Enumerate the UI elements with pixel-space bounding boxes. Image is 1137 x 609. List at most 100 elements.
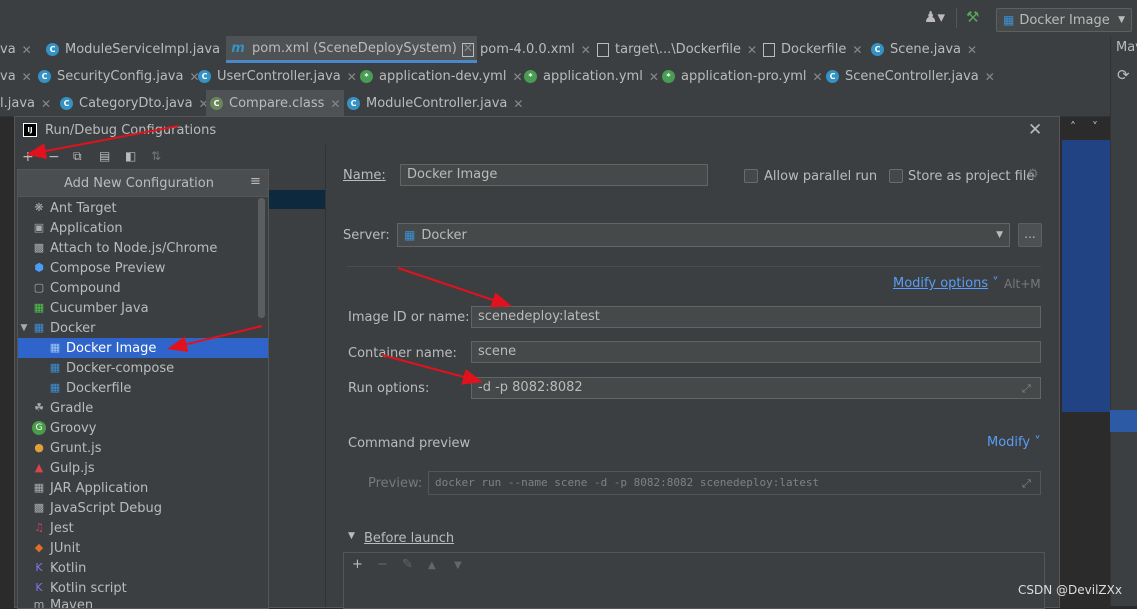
list-item-compose-preview[interactable]: ⬢ Compose Preview	[18, 258, 268, 278]
close-icon[interactable]: ✕	[41, 97, 51, 111]
list-item-ant-target[interactable]: ❋ Ant Target	[18, 198, 268, 218]
list-item-grunt[interactable]: ● Grunt.js	[18, 438, 268, 458]
remove-icon[interactable]: −	[48, 149, 60, 165]
chevron-down-icon[interactable]: ▼	[18, 323, 30, 333]
tab-modulecontroller[interactable]: C ModuleController.java ✕	[347, 90, 523, 117]
gear-icon[interactable]: ⚙	[1027, 167, 1039, 182]
tab-moduleserviceimpl[interactable]: CModuleServiceImpl.java✕	[46, 36, 236, 63]
image-id-field[interactable]: scenedeploy:latest	[471, 306, 1041, 328]
server-value: Docker	[421, 227, 467, 243]
close-icon[interactable]: ✕	[747, 43, 757, 57]
before-launch-label[interactable]: Before launch	[364, 531, 454, 546]
close-icon[interactable]: ✕	[967, 43, 977, 57]
list-item-jest[interactable]: ♫ Jest	[18, 518, 268, 538]
panel-divider[interactable]	[325, 145, 326, 607]
close-icon[interactable]: ✕	[649, 70, 659, 84]
save-icon[interactable]: ▤	[99, 149, 110, 163]
modify-options-link[interactable]: Modify options ˅	[893, 276, 999, 291]
close-icon[interactable]: ✕	[22, 43, 32, 57]
tab-application-pro-yml[interactable]: * application-pro.yml ✕	[662, 63, 823, 90]
tab-scenecontroller[interactable]: C SceneController.java ✕	[826, 63, 995, 90]
tab-dockerfile[interactable]: d Dockerfile ✕	[763, 36, 862, 63]
maven-panel-title[interactable]: Mav	[1116, 40, 1137, 55]
list-item-application[interactable]: ▣ Application	[18, 218, 268, 238]
sort-icon[interactable]: ⇅	[151, 149, 161, 163]
list-item-kotlin-script[interactable]: K Kotlin script	[18, 578, 268, 598]
list-item-docker-compose[interactable]: ▦ Docker-compose	[18, 358, 268, 378]
list-item-gulp[interactable]: ▲ Gulp.js	[18, 458, 268, 478]
chevron-down-icon: ▼	[1118, 15, 1125, 25]
container-name-field[interactable]: scene	[471, 341, 1041, 363]
chevron-down-icon[interactable]: ˅	[1092, 120, 1098, 134]
store-project-label[interactable]: Store as project file	[908, 169, 1034, 184]
modify-link[interactable]: Modify ˅	[987, 435, 1041, 450]
tab-target-dockerfile[interactable]: d target\...\Dockerfile ✕	[597, 36, 757, 63]
tab-va-2[interactable]: va ✕	[0, 63, 32, 90]
server-browse-button[interactable]: ...	[1018, 223, 1042, 247]
close-icon[interactable]: ✕	[1028, 120, 1042, 140]
store-project-checkbox[interactable]	[889, 169, 903, 183]
hammer-icon[interactable]: ⚒	[966, 8, 979, 26]
tab-va[interactable]: va ✕	[0, 36, 32, 63]
list-item-kotlin[interactable]: K Kotlin	[18, 558, 268, 578]
collapse-icon[interactable]: ≡	[250, 174, 261, 189]
close-icon[interactable]: ✕	[22, 70, 32, 84]
edit-icon[interactable]: ✎	[402, 557, 413, 572]
close-icon[interactable]: ✕	[512, 70, 522, 84]
editor-tab-row-3: l.java ✕ C CategoryDto.java ✕ C Compare.clas…	[0, 90, 1110, 117]
run-configuration-select[interactable]: ▦ Docker Image ▼	[996, 8, 1132, 32]
server-select[interactable]: ▦ Docker ▼	[397, 223, 1010, 247]
list-item-docker-image[interactable]: ▦ Docker Image	[18, 338, 268, 358]
tab-application-dev-yml[interactable]: * application-dev.yml ✕	[360, 63, 523, 90]
collapse-triangle-icon[interactable]: ▼	[348, 531, 355, 541]
tab-compare-class[interactable]: C Compare.class ✕	[206, 90, 345, 117]
list-item-attach-nodejs[interactable]: ▩ Attach to Node.js/Chrome	[18, 238, 268, 258]
allow-parallel-checkbox[interactable]	[744, 169, 758, 183]
before-launch-task-list[interactable]	[343, 552, 1045, 609]
list-item-cucumber-java[interactable]: ▦ Cucumber Java	[18, 298, 268, 318]
copy-icon[interactable]: ⧉	[73, 149, 82, 164]
list-item-jar-application[interactable]: ▦ JAR Application	[18, 478, 268, 498]
class-icon: C	[198, 70, 211, 83]
junit-icon: ◆	[34, 541, 44, 554]
jest-icon: ♫	[34, 521, 44, 534]
allow-parallel-label[interactable]: Allow parallel run	[764, 169, 877, 184]
list-item-docker[interactable]: ▼ ▦ Docker	[18, 318, 268, 338]
tab-l-java[interactable]: l.java ✕	[0, 90, 51, 117]
close-icon[interactable]: ✕	[347, 70, 357, 84]
close-icon[interactable]: ✕	[513, 97, 523, 111]
list-item-groovy[interactable]: G Groovy	[18, 418, 268, 438]
tab-pom-xml[interactable]: m pom.xml (SceneDeploySystem) ✕	[226, 36, 477, 63]
close-icon[interactable]: ✕	[581, 43, 591, 57]
folder-icon[interactable]: ◧	[125, 149, 136, 163]
remove-icon[interactable]: −	[377, 557, 388, 572]
chevron-up-icon[interactable]: ˄	[1070, 120, 1076, 134]
tab-pom-400-xml[interactable]: x pom-4.0.0.xml ✕	[462, 36, 591, 63]
add-icon[interactable]: +	[352, 557, 363, 572]
run-options-field[interactable]: -d -p 8082:8082	[471, 377, 1041, 399]
close-icon[interactable]: ✕	[330, 97, 340, 111]
list-item-compound[interactable]: ▢ Compound	[18, 278, 268, 298]
list-item-junit[interactable]: ◆ JUnit	[18, 538, 268, 558]
user-icon[interactable]: ♟▾	[924, 8, 945, 26]
close-icon[interactable]: ✕	[985, 70, 995, 84]
move-up-icon[interactable]: ▲	[428, 560, 436, 571]
move-down-icon[interactable]: ▼	[454, 560, 462, 571]
list-item-maven[interactable]: m Maven	[18, 598, 268, 608]
tab-categorydto[interactable]: C CategoryDto.java ✕	[60, 90, 209, 117]
tab-securityconfig[interactable]: C SecurityConfig.java ✕	[38, 63, 200, 90]
tab-label: Scene.java	[890, 42, 962, 57]
tab-usercontroller[interactable]: C UserController.java ✕	[198, 63, 357, 90]
refresh-icon[interactable]: ⟳	[1117, 66, 1130, 84]
add-icon[interactable]: +	[22, 149, 34, 165]
name-field[interactable]: Docker Image	[400, 164, 708, 186]
tab-scene-java[interactable]: C Scene.java ✕	[871, 36, 977, 63]
list-item-dockerfile[interactable]: ▦ Dockerfile	[18, 378, 268, 398]
close-icon[interactable]: ✕	[813, 70, 823, 84]
list-item-javascript-debug[interactable]: ▩ JavaScript Debug	[18, 498, 268, 518]
close-icon[interactable]: ✕	[852, 43, 862, 57]
list-item-gradle[interactable]: ☘ Gradle	[18, 398, 268, 418]
expand-icon[interactable]: ⤢	[1022, 382, 1031, 396]
tab-application-yml[interactable]: * application.yml ✕	[524, 63, 659, 90]
expand-icon[interactable]: ⤢	[1022, 477, 1031, 491]
